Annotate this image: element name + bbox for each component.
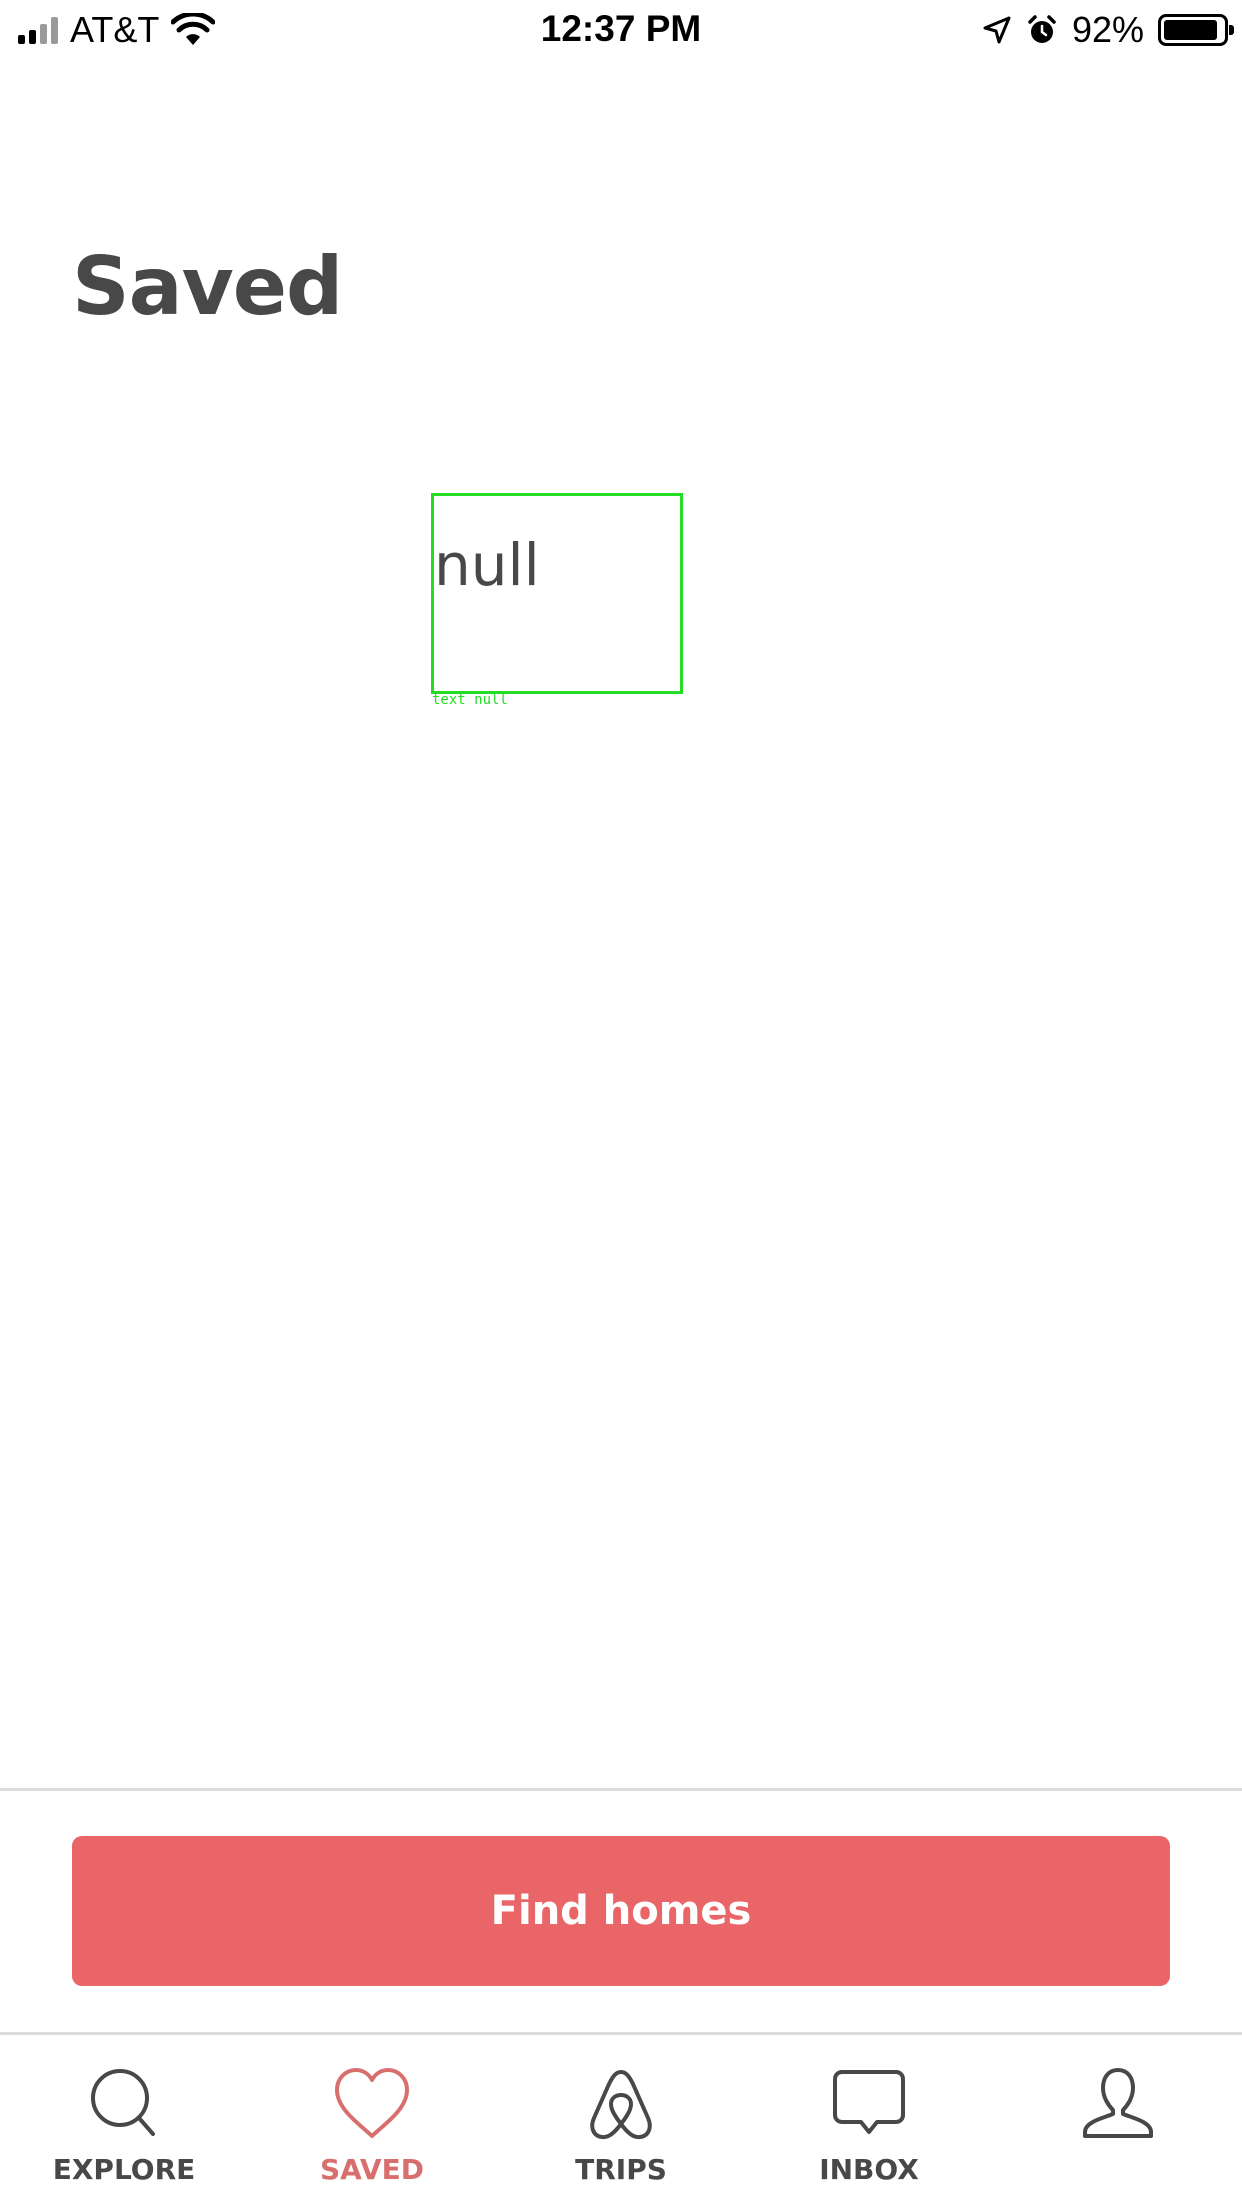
chat-bubble-icon xyxy=(833,2070,905,2134)
page-title: Saved xyxy=(72,240,343,333)
status-right: 92% xyxy=(982,9,1234,50)
heart-icon xyxy=(335,2068,409,2138)
battery-level xyxy=(1164,20,1217,40)
status-bar: AT&T 12:37 PM 92% xyxy=(0,0,1242,60)
airbnb-logo-icon xyxy=(590,2070,652,2140)
wifi-icon xyxy=(171,13,216,45)
placeholder-caption: text null xyxy=(432,692,508,708)
search-icon xyxy=(91,2069,155,2136)
tab-trips[interactable]: TRIPS xyxy=(497,2035,745,2208)
divider xyxy=(0,1788,1242,1791)
tab-label-inbox: INBOX xyxy=(819,2153,919,2186)
profile-icon xyxy=(1083,2068,1153,2138)
tab-explore[interactable]: EXPLORE xyxy=(0,2035,248,2208)
placeholder-text: null xyxy=(434,531,540,599)
tab-bar: EXPLORE SAVED TRIPS INBOX xyxy=(0,2035,1242,2208)
battery-percent: 92% xyxy=(1071,9,1144,50)
tab-label-trips: TRIPS xyxy=(575,2153,667,2186)
tab-label-saved: SAVED xyxy=(320,2153,424,2186)
carrier-name: AT&T xyxy=(70,9,160,50)
signal-icon xyxy=(18,16,58,44)
tab-label-explore: EXPLORE xyxy=(52,2153,196,2186)
placeholder-text-box: null xyxy=(431,493,683,694)
status-left: AT&T xyxy=(18,9,216,50)
battery-icon xyxy=(1158,14,1234,46)
alarm-icon xyxy=(1028,15,1056,43)
tab-profile[interactable] xyxy=(994,2035,1242,2208)
find-homes-button[interactable]: Find homes xyxy=(72,1836,1170,1986)
location-arrow-icon xyxy=(983,16,1011,44)
tab-inbox[interactable]: INBOX xyxy=(745,2035,993,2208)
tab-saved[interactable]: SAVED xyxy=(248,2035,496,2208)
